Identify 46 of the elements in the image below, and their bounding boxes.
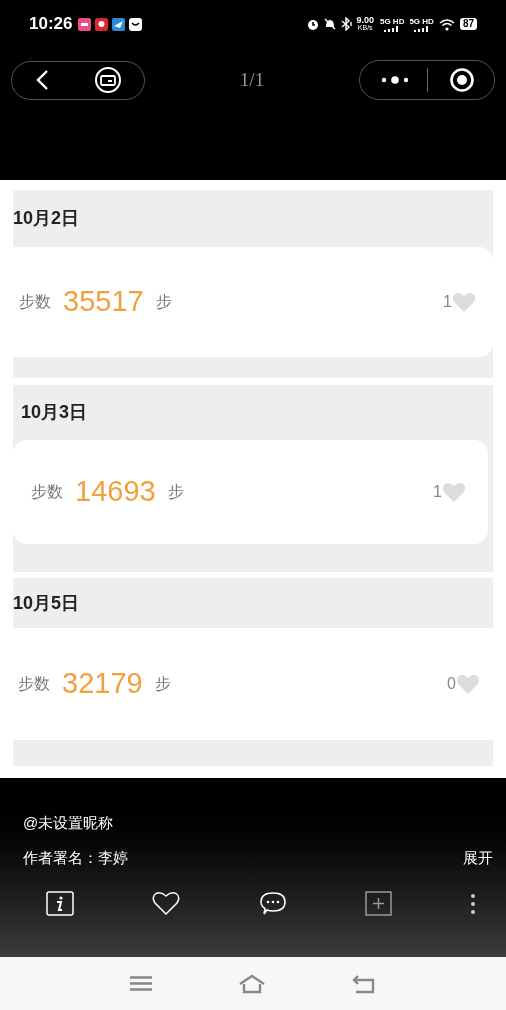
- alarm-icon: [306, 17, 321, 31]
- step-count: 35517: [63, 284, 144, 320]
- like-count: 1: [433, 482, 442, 502]
- date-heading: 10月2日: [13, 207, 80, 230]
- battery-indicator: 87: [459, 18, 477, 30]
- app-notification-icon: [78, 17, 92, 31]
- menu-icon[interactable]: [130, 976, 152, 991]
- muted-bell-icon: [323, 17, 338, 31]
- app-notification-icon: [95, 17, 109, 31]
- comment-icon[interactable]: [258, 891, 287, 916]
- back-arrow-icon[interactable]: [352, 973, 376, 994]
- steps-unit: 步: [154, 674, 171, 694]
- more-vertical-icon[interactable]: [470, 892, 476, 915]
- app-notification-icon: [112, 17, 126, 31]
- author-signature: 作者署名：李婷: [23, 847, 128, 868]
- page-counter: 1/1: [239, 67, 265, 92]
- clock: 10:26: [29, 13, 73, 36]
- steps-label: 步数: [19, 292, 51, 312]
- signal-icon: [413, 25, 430, 32]
- bluetooth-icon: [340, 17, 353, 31]
- heart-icon[interactable]: [152, 891, 181, 916]
- date-heading: 10月5日: [13, 591, 80, 615]
- wifi-icon: [438, 17, 455, 31]
- username: @未设置昵称: [23, 813, 115, 833]
- more-icon[interactable]: [380, 75, 410, 85]
- steps-label: 步数: [18, 674, 50, 694]
- network-type: 5G HD: [379, 16, 405, 26]
- info-icon[interactable]: [46, 891, 74, 916]
- back-icon[interactable]: [34, 69, 49, 91]
- app-notification-icon: [129, 17, 143, 31]
- card-icon[interactable]: [93, 66, 122, 94]
- steps-unit: 步: [167, 482, 184, 502]
- network-speed: 9.00: [356, 16, 374, 24]
- step-count: 32179: [62, 666, 143, 702]
- network-type: 5G HD: [409, 16, 434, 26]
- close-target-icon[interactable]: [449, 67, 475, 93]
- add-icon[interactable]: [364, 891, 392, 916]
- like-count: 0: [447, 674, 456, 694]
- date-heading: 10月3日: [21, 401, 88, 424]
- expand-link[interactable]: 展开: [463, 846, 493, 869]
- signal-icon: [384, 25, 401, 32]
- steps-label: 步数: [31, 482, 63, 502]
- like-count: 1: [443, 292, 452, 312]
- steps-unit: 步: [155, 292, 172, 312]
- step-count: 14693: [75, 474, 156, 510]
- home-icon[interactable]: [238, 973, 266, 994]
